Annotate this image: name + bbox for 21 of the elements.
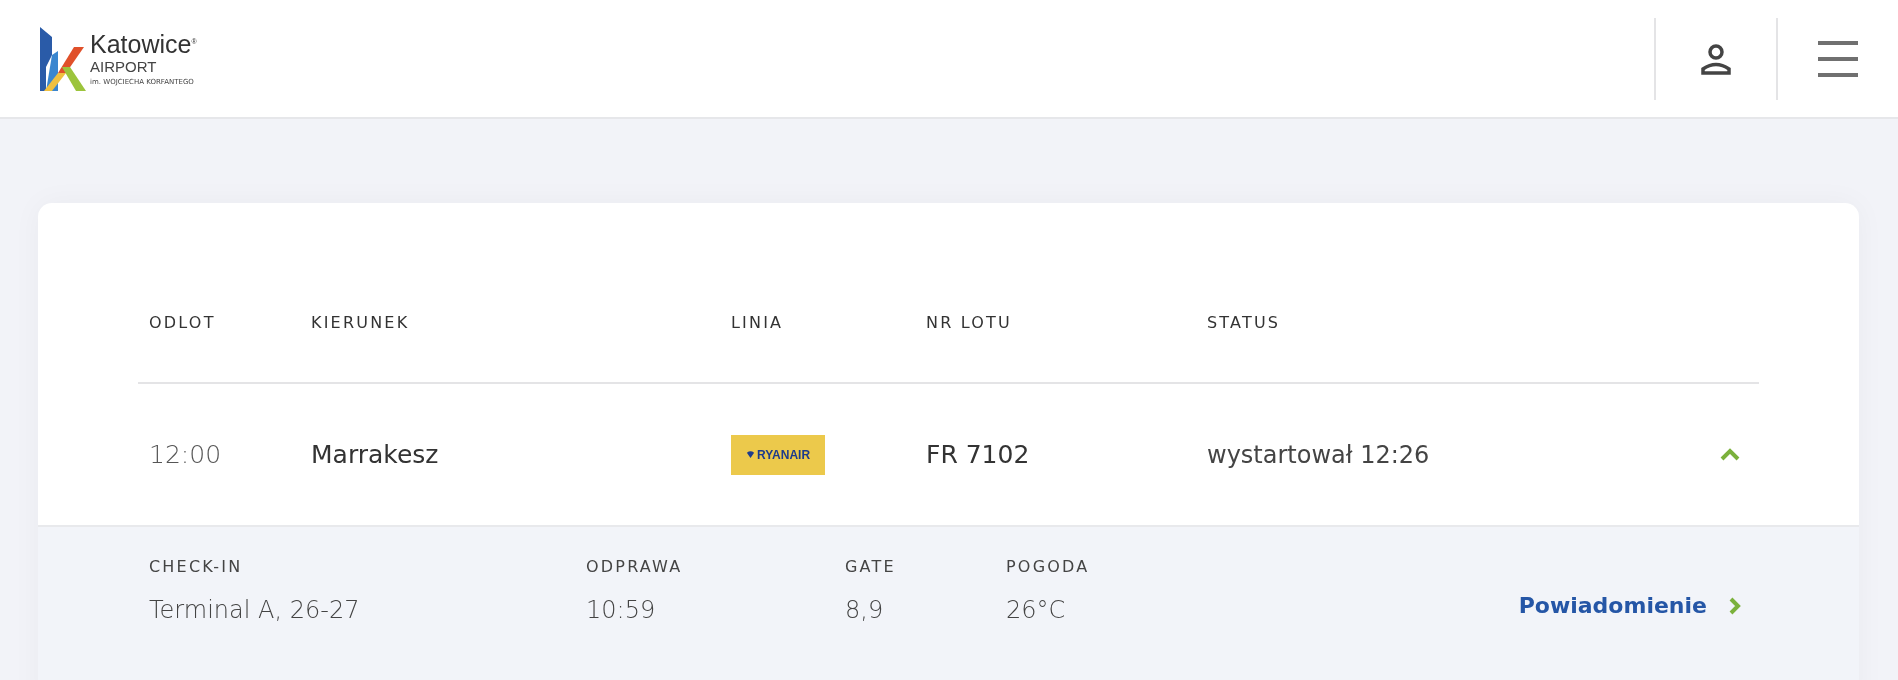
detail-value: 8,9 [845, 596, 885, 624]
departure-time: 12:00 [149, 440, 223, 469]
detail-label: CHECK-IN [149, 557, 244, 576]
column-header: NR LOTU [926, 313, 1013, 332]
column-header: KIERUNEK [311, 313, 411, 332]
notification-link[interactable]: Powiadomienie [1518, 593, 1741, 618]
detail-value: 26°C [1006, 596, 1067, 624]
airline-logo: RYANAIR [731, 434, 825, 475]
destination: Marrakesz [311, 440, 440, 469]
column-header: STATUS [1207, 313, 1282, 332]
logo-title: Katowice$^{®}$ [90, 31, 197, 57]
column-header: LINIA [731, 313, 785, 332]
column-header: ODLOT [149, 313, 217, 332]
detail-label: GATE [845, 557, 897, 576]
flight-number: FR 7102 [926, 440, 1031, 469]
flight-status: wystartował 12:26 [1207, 440, 1430, 469]
detail-value: 10:59 [586, 596, 657, 624]
detail-label: ODPRAWA [586, 557, 684, 576]
detail-label: POGODA [1006, 557, 1091, 576]
logo-subtitle: AIRPORT [90, 58, 158, 74]
detail-value: Terminal A, 26-27 [149, 596, 361, 624]
